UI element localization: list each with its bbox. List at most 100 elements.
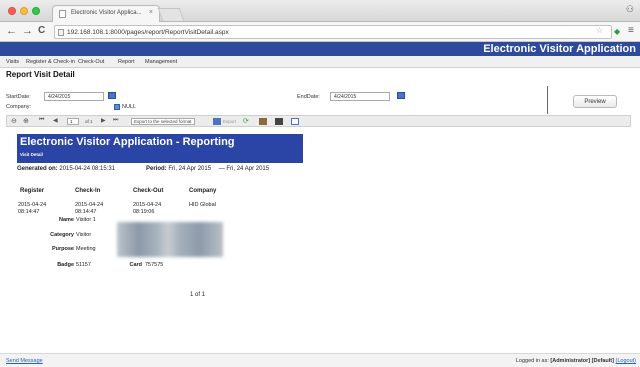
browser-toolbar: ← → C 192.168.108.1:8000/pages/report/Re… [0, 22, 640, 42]
checkout-cell: 2015-04-24 08:19:06 [133, 202, 161, 216]
new-tab-button[interactable] [157, 8, 185, 21]
send-message-link[interactable]: Send Message [6, 358, 43, 364]
nav-report[interactable]: Report [118, 59, 135, 65]
period-from: Fri, 24 Apr 2015 [168, 166, 212, 172]
calendar-icon[interactable] [397, 92, 405, 99]
nav-checkout[interactable]: Check-Out [78, 59, 104, 65]
export-format-select[interactable]: Export to the selected format [131, 118, 195, 125]
menu-icon[interactable]: ≡ [628, 25, 634, 36]
preview-button[interactable]: Preview [573, 95, 617, 108]
name-label: Name [59, 217, 74, 223]
page-number-input[interactable]: 1 [67, 118, 79, 125]
nav-register-checkin[interactable]: Register & Check-in [26, 59, 75, 65]
purpose-label: Purpose [51, 246, 74, 252]
company-cell: HID Global [189, 202, 216, 208]
browser-titlebar: Electronic Visitor Applica... × ⚇ [0, 0, 640, 22]
divider [547, 86, 548, 114]
generated-label: Generated on: [17, 166, 58, 172]
bookmark-star-icon[interactable]: ☆ [596, 26, 603, 35]
null-label: NULL [122, 104, 137, 110]
zoom-out-icon[interactable]: ⊖ [11, 117, 17, 125]
category-value: Visitor [76, 232, 92, 238]
logout-link[interactable]: (Logout) [616, 358, 637, 364]
page-count-label: of 1 [85, 119, 93, 124]
column-header-register: Register [20, 188, 45, 194]
footer: Send Message Logged in as: [Administrato… [0, 353, 640, 367]
null-checkbox[interactable] [114, 104, 120, 110]
reload-icon[interactable]: C [38, 25, 45, 36]
select-icon[interactable] [213, 118, 221, 125]
app-header: Electronic Visitor Application [0, 42, 640, 56]
extension-icon[interactable]: ◆ [614, 27, 620, 36]
end-date-label: EndDate: [297, 94, 320, 100]
column-header-checkin: Check-In [75, 188, 101, 194]
app-nav: Visits Register & Check-in Check-Out Rep… [0, 56, 640, 68]
logged-in-label: Logged in as: [515, 358, 549, 364]
user-name: [Administrator] [550, 358, 591, 364]
badge-label: Badge [57, 262, 74, 268]
app-title: Electronic Visitor Application [483, 43, 636, 55]
page-info-icon[interactable] [58, 29, 64, 36]
column-header-checkout: Check-Out [133, 188, 164, 194]
card-label: Card [129, 262, 142, 268]
view-icon[interactable] [291, 118, 299, 125]
visitor-photo [117, 222, 223, 257]
tab-title: Electronic Visitor Applica... [71, 10, 142, 16]
forward-icon[interactable]: → [22, 25, 33, 37]
company-label: Company: [6, 104, 32, 110]
period-to: Fri, 24 Apr 2015 [226, 166, 270, 172]
nav-management[interactable]: Management [145, 59, 177, 65]
page-icon [59, 10, 66, 18]
checkin-cell: 2015-04-24 08:14:47 [75, 202, 103, 216]
report-subtitle: Visit Detail [20, 152, 43, 157]
tab-close-icon[interactable]: × [149, 9, 153, 16]
category-label: Category [50, 232, 74, 238]
report-pager: 1 of 1 [190, 292, 206, 298]
print-icon[interactable] [275, 118, 283, 125]
period-dash: — [218, 166, 225, 172]
minimize-window-button[interactable] [20, 7, 28, 15]
start-date-label: StartDate: [6, 94, 31, 100]
login-status: Logged in as: [Administrator] [Default] … [516, 358, 636, 364]
card-value: 757575 [145, 262, 164, 268]
prev-page-icon[interactable]: ◀ [53, 117, 58, 124]
column-header-company: Company [189, 188, 217, 194]
back-icon[interactable]: ← [6, 25, 17, 37]
period-label: Period: [146, 166, 167, 172]
end-date-input[interactable]: 4/24/2015 [330, 92, 390, 101]
browser-tab[interactable]: Electronic Visitor Applica... × [52, 5, 160, 22]
checkout-time: 08:19:06 [133, 209, 155, 215]
close-window-button[interactable] [8, 7, 16, 15]
register-cell: 2015-04-24 08:14:47 [18, 202, 46, 216]
start-date-input[interactable]: 4/24/2015 [44, 92, 104, 101]
period: Period: Fri, 24 Apr 2015 — Fri, 24 Apr 2… [146, 166, 269, 172]
register-time: 08:14:47 [18, 209, 40, 215]
checkout-date: 2015-04-24 [133, 202, 162, 208]
first-page-icon[interactable]: ⏮ [39, 117, 44, 124]
export-button[interactable]: Export [223, 119, 236, 124]
zoom-in-icon[interactable]: ⊕ [23, 117, 29, 125]
url-text: 192.168.108.1:8000/pages/report/ReportVi… [67, 29, 229, 36]
name-value: Visitor 1 [76, 217, 96, 223]
report-banner: Electronic Visitor Application - Reporti… [17, 134, 303, 163]
next-page-icon[interactable]: ▶ [101, 117, 106, 124]
register-date: 2015-04-24 [18, 202, 47, 208]
find-icon[interactable] [259, 118, 267, 125]
calendar-icon[interactable] [108, 92, 116, 99]
nav-visits[interactable]: Visits [6, 59, 19, 65]
last-page-icon[interactable]: ⏭ [113, 117, 118, 124]
report-viewer-toolbar: ⊖ ⊕ ⏮ ◀ 1 of 1 ▶ ⏭ Export to the selecte… [6, 115, 631, 127]
checkin-date: 2015-04-24 [75, 202, 104, 208]
refresh-icon[interactable]: ⟳ [243, 117, 249, 125]
purpose-value: Meeting [76, 246, 96, 252]
profile-icon[interactable]: ⚇ [626, 4, 634, 15]
profile-name: [Default] [591, 358, 614, 364]
maximize-window-button[interactable] [32, 7, 40, 15]
page-title: Report Visit Detail [6, 70, 75, 79]
generated-on: Generated on: 2015-04-24 08:15:31 [17, 166, 115, 172]
badge-value: 51157 [76, 262, 91, 268]
report-title: Electronic Visitor Application - Reporti… [20, 136, 235, 148]
generated-value: 2015-04-24 08:15:31 [59, 166, 116, 172]
checkin-time: 08:14:47 [75, 209, 97, 215]
address-bar[interactable]: 192.168.108.1:8000/pages/report/ReportVi… [54, 25, 612, 39]
